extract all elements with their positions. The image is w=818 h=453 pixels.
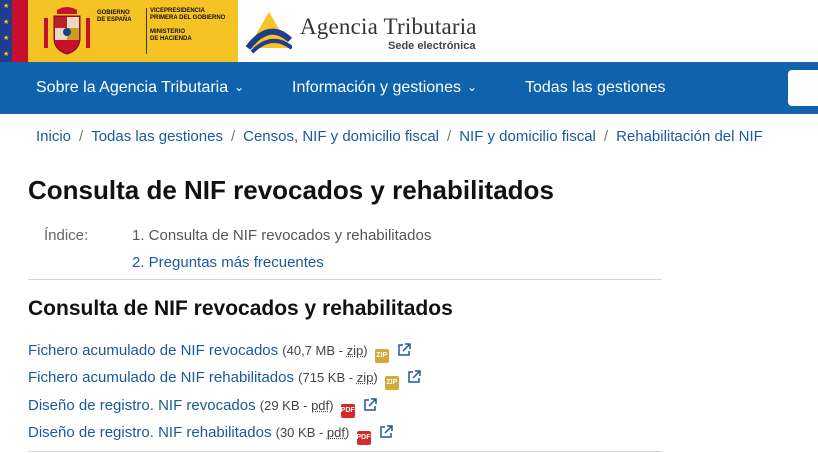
file-size: (29 KB - bbox=[259, 398, 312, 413]
pdf-file-icon: PDF bbox=[340, 404, 355, 418]
divider bbox=[28, 451, 662, 452]
file-row: Diseño de registro. NIF revocados (29 KB… bbox=[28, 397, 377, 418]
breadcrumb-separator: / bbox=[79, 128, 84, 145]
eu-flag-strip: ★ ★ ★ ★ bbox=[0, 0, 12, 62]
index-item-faq-link[interactable]: 2. Preguntas más frecuentes bbox=[132, 254, 324, 271]
index-label: Índice: bbox=[44, 227, 89, 244]
breadcrumb-todas-gestiones[interactable]: Todas las gestiones bbox=[91, 128, 223, 145]
chevron-down-icon: ⌄ bbox=[234, 80, 245, 94]
file-link-revocados-pdf[interactable]: Diseño de registro. NIF revocados bbox=[28, 397, 256, 414]
chevron-down-icon: ⌄ bbox=[466, 80, 478, 94]
file-type: pdf bbox=[311, 398, 330, 413]
zip-file-icon: ZIP bbox=[384, 376, 399, 390]
external-link-icon[interactable] bbox=[379, 425, 393, 439]
pdf-file-icon: PDF bbox=[356, 431, 371, 445]
file-link-rehabilitados-pdf[interactable]: Diseño de registro. NIF rehabilitados bbox=[28, 424, 276, 441]
breadcrumb: Inicio / Todas las gestiones / Censos, NIF y… bbox=[36, 128, 763, 145]
page-title: Consulta de NIF revocados y rehabilitado… bbox=[28, 175, 554, 205]
file-meta-close: ) bbox=[329, 398, 334, 413]
file-type: zip bbox=[346, 343, 364, 358]
nav-item-label: Sobre la Agencia Tributaria bbox=[36, 79, 229, 96]
ministry-text: VICEPRESIDENCIA PRIMERA DEL GOBIERNO MIN… bbox=[150, 8, 226, 42]
gov-divider bbox=[146, 8, 147, 54]
external-link-icon[interactable] bbox=[407, 370, 421, 384]
file-size: (715 KB - bbox=[298, 370, 357, 385]
file-type: pdf bbox=[326, 425, 345, 440]
file-meta-close: ) bbox=[345, 425, 350, 440]
breadcrumb-rehabilitacion[interactable]: Rehabilitación del NIF bbox=[616, 128, 763, 145]
external-link-icon[interactable] bbox=[397, 343, 411, 357]
nav-item-label: Todas las gestiones bbox=[525, 79, 666, 96]
file-meta-close: ) bbox=[363, 343, 368, 358]
file-row: Diseño de registro. NIF rehabilitados (3… bbox=[28, 424, 393, 445]
file-size: (40,7 MB - bbox=[282, 343, 347, 358]
breadcrumb-separator: / bbox=[447, 128, 452, 145]
divider bbox=[28, 279, 662, 280]
external-link-icon[interactable] bbox=[363, 398, 377, 412]
nav-item-todas[interactable]: Todas las gestiones bbox=[525, 79, 666, 97]
file-size: (30 KB - bbox=[275, 425, 327, 440]
zip-file-icon: ZIP bbox=[374, 349, 389, 363]
government-logo[interactable]: ★ ★ ★ ★ GOBIERNO DE ESPAÑA VICEPRESIDENC… bbox=[0, 0, 238, 62]
nav-item-informacion[interactable]: Información y gestiones ⌄ bbox=[292, 79, 477, 97]
breadcrumb-separator: / bbox=[230, 128, 236, 145]
file-row: Fichero acumulado de NIF rehabilitados (… bbox=[28, 369, 421, 390]
nav-item-label: Información y gestiones bbox=[292, 79, 461, 96]
breadcrumb-separator: / bbox=[603, 128, 609, 145]
file-meta-close: ) bbox=[373, 370, 378, 385]
search-input[interactable] bbox=[788, 70, 818, 106]
agency-subtitle: Sede electrónica bbox=[388, 40, 476, 52]
agencia-tributaria-logo-icon[interactable] bbox=[246, 10, 292, 54]
site-header: ★ ★ ★ ★ GOBIERNO DE ESPAÑA VICEPRESIDENC… bbox=[0, 0, 818, 62]
file-link-revocados-zip[interactable]: Fichero acumulado de NIF revocados bbox=[28, 342, 278, 359]
file-type: zip bbox=[356, 370, 374, 385]
section-title: Consulta de NIF revocados y rehabilitado… bbox=[28, 297, 453, 320]
file-link-rehabilitados-zip[interactable]: Fichero acumulado de NIF rehabilitados bbox=[28, 369, 294, 386]
agency-title[interactable]: Agencia Tributaria bbox=[300, 14, 477, 40]
nav-item-sobre[interactable]: Sobre la Agencia Tributaria ⌄ bbox=[36, 79, 244, 97]
breadcrumb-inicio[interactable]: Inicio bbox=[36, 128, 71, 145]
file-row: Fichero acumulado de NIF revocados (40,7… bbox=[28, 342, 411, 363]
main-nav: Sobre la Agencia Tributaria ⌄ Información… bbox=[0, 62, 818, 114]
gov-spain-text: GOBIERNO DE ESPAÑA bbox=[97, 10, 132, 23]
breadcrumb-nif-domicilio[interactable]: NIF y domicilio fiscal bbox=[459, 128, 596, 145]
breadcrumb-censos[interactable]: Censos, NIF y domicilio fiscal bbox=[243, 128, 439, 145]
flag-red-band bbox=[12, 0, 28, 62]
index-item-current: 1. Consulta de NIF revocados y rehabilit… bbox=[132, 227, 432, 244]
coat-of-arms-icon bbox=[44, 7, 90, 55]
